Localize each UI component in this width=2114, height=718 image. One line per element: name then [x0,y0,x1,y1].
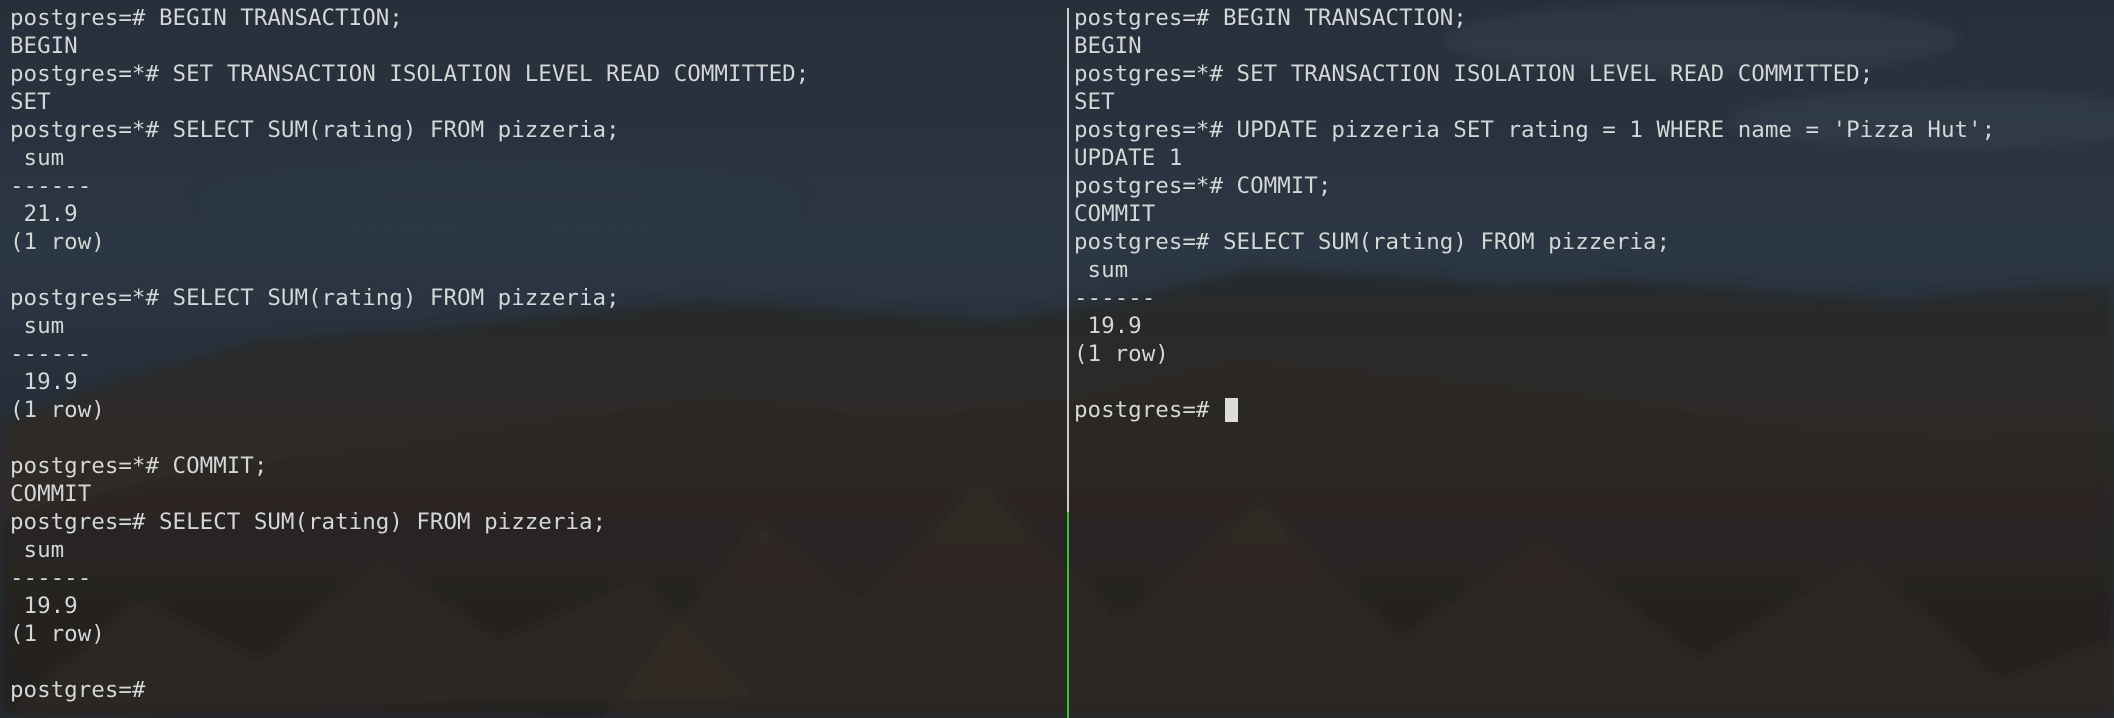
active-divider-segment [1067,512,1069,718]
terminal-line: postgres=# BEGIN TRANSACTION; [1074,5,1467,31]
terminal-line: sum [10,145,65,171]
terminal-prompt[interactable]: postgres=# [10,676,1060,704]
left-terminal-pane[interactable]: postgres=# BEGIN TRANSACTION; BEGIN post… [10,4,1060,718]
terminal-line: (1 row) [10,397,105,423]
terminal-line: COMMIT [10,481,92,507]
terminal-line: (1 row) [1074,341,1169,367]
terminal-line: BEGIN [10,33,78,59]
terminal-line: postgres=# SELECT SUM(rating) FROM pizze… [1074,229,1671,255]
terminal-line: postgres=# SELECT SUM(rating) FROM pizze… [10,509,607,535]
terminal-line: ------ [10,173,92,199]
terminal-line: (1 row) [10,621,105,647]
terminal-line: UPDATE 1 [1074,145,1183,171]
right-terminal-pane[interactable]: postgres=# BEGIN TRANSACTION; BEGIN post… [1074,4,2104,718]
terminal-line: 21.9 [10,201,78,227]
terminal-line: postgres=*# SET TRANSACTION ISOLATION LE… [1074,61,1874,87]
terminal-line: ------ [1074,285,1156,311]
terminal-line: ------ [10,565,92,591]
terminal-window: postgres=# BEGIN TRANSACTION; BEGIN post… [0,0,2114,718]
terminal-line: sum [1074,257,1129,283]
text-cursor [1225,398,1239,422]
terminal-line: 19.9 [10,369,78,395]
terminal-prompt-line[interactable]: postgres=# [1074,396,2104,424]
terminal-line: 19.9 [1074,313,1142,339]
terminal-line: postgres=*# SET TRANSACTION ISOLATION LE… [10,61,810,87]
terminal-line: SET [1074,89,1115,115]
terminal-line: postgres=*# SELECT SUM(rating) FROM pizz… [10,285,620,311]
terminal-line: postgres=*# SELECT SUM(rating) FROM pizz… [10,117,620,143]
terminal-line: sum [10,537,65,563]
terminal-line: postgres=*# COMMIT; [10,453,268,479]
terminal-line: postgres=*# UPDATE pizzeria SET rating =… [1074,117,1996,143]
terminal-line: SET [10,89,51,115]
terminal-line: ------ [10,341,92,367]
divider-segment [1067,8,1069,512]
terminal-prompt: postgres=# [1074,397,1224,423]
terminal-line: BEGIN [1074,33,1142,59]
terminal-line: 19.9 [10,593,78,619]
terminal-line: postgres=# BEGIN TRANSACTION; [10,5,403,31]
pane-divider[interactable] [1067,8,1069,718]
terminal-line: COMMIT [1074,201,1156,227]
terminal-line: postgres=*# COMMIT; [1074,173,1332,199]
terminal-line: sum [10,313,65,339]
terminal-line: (1 row) [10,229,105,255]
